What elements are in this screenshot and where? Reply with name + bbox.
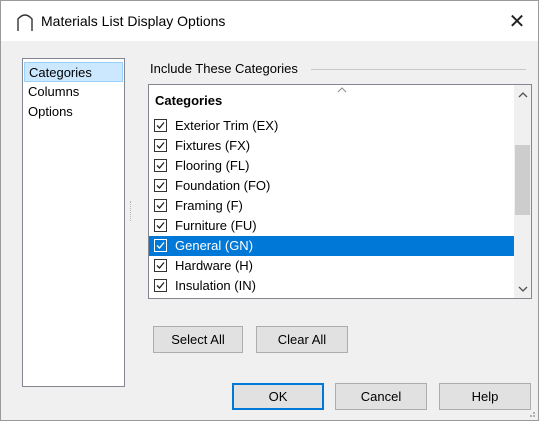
category-row[interactable]: Furniture (FU) [149,216,514,236]
category-label: Fixtures (FX) [175,138,251,153]
checkmark-icon [156,182,165,189]
dialog-title: Materials List Display Options [41,13,226,29]
category-label: General (GN) [175,238,254,253]
categories-column-header[interactable]: Categories [155,93,222,108]
checkmark-icon [156,122,165,129]
category-label: Exterior Trim (EX) [175,118,279,133]
options-nav-list: Categories Columns Options [22,58,125,387]
nav-item-options[interactable]: Options [24,102,123,122]
category-row[interactable]: Foundation (FO) [149,176,514,196]
cancel-button[interactable]: Cancel [335,383,427,410]
category-checkbox[interactable] [154,239,167,252]
clear-all-button[interactable]: Clear All [256,326,348,353]
ok-button[interactable]: OK [232,383,324,410]
category-label: Hardware (H) [175,258,254,273]
checkmark-icon [156,202,165,209]
category-row[interactable]: Exterior Trim (EX) [149,116,514,136]
chevron-up-icon [518,91,527,97]
scroll-up-button[interactable] [514,86,531,103]
checkmark-icon [156,222,165,229]
category-label: Flooring (FL) [175,158,250,173]
category-label: Foundation (FO) [175,178,271,193]
help-button[interactable]: Help [439,383,531,410]
checkmark-icon [156,282,165,289]
select-all-button[interactable]: Select All [153,326,243,353]
checkmark-icon [156,162,165,169]
nav-item-columns[interactable]: Columns [24,82,123,102]
category-row[interactable]: General (GN) [149,236,514,256]
category-row[interactable]: Insulation (IN) [149,276,514,296]
category-label: Furniture (FU) [175,218,257,233]
category-label: Framing (F) [175,198,243,213]
category-checkbox[interactable] [154,219,167,232]
close-icon: ✕ [508,10,526,33]
group-divider-line [311,69,526,70]
category-checkbox[interactable] [154,119,167,132]
sort-indicator-icon [337,85,347,96]
category-checkbox[interactable] [154,159,167,172]
panel-splitter[interactable] [130,201,133,221]
checkmark-icon [156,142,165,149]
checkmark-icon [156,242,165,249]
category-row[interactable]: Flooring (FL) [149,156,514,176]
category-label: Insulation (IN) [175,278,256,293]
category-row[interactable]: Fixtures (FX) [149,136,514,156]
nav-item-categories[interactable]: Categories [24,62,123,82]
category-row[interactable]: Hardware (H) [149,256,514,276]
scroll-down-button[interactable] [514,280,531,297]
list-scrollbar[interactable] [514,85,531,298]
category-checkbox[interactable] [154,179,167,192]
materials-list-display-options-dialog: Materials List Display Options ✕ Categor… [0,0,539,421]
category-checkbox[interactable] [154,139,167,152]
close-button[interactable]: ✕ [500,5,534,37]
category-checkbox[interactable] [154,199,167,212]
chevron-down-icon [518,286,527,292]
categories-list[interactable]: Categories Exterior Trim (EX) Fixtures (F… [148,84,532,299]
category-row[interactable]: Framing (F) [149,196,514,216]
checkmark-icon [156,262,165,269]
resize-grip-icon[interactable] [526,408,536,418]
category-checkbox[interactable] [154,279,167,292]
include-categories-label: Include These Categories [150,61,304,76]
arch-roof-icon [15,12,35,32]
category-checkbox[interactable] [154,259,167,272]
scroll-thumb[interactable] [515,145,530,215]
title-bar[interactable]: Materials List Display Options ✕ [1,1,538,41]
